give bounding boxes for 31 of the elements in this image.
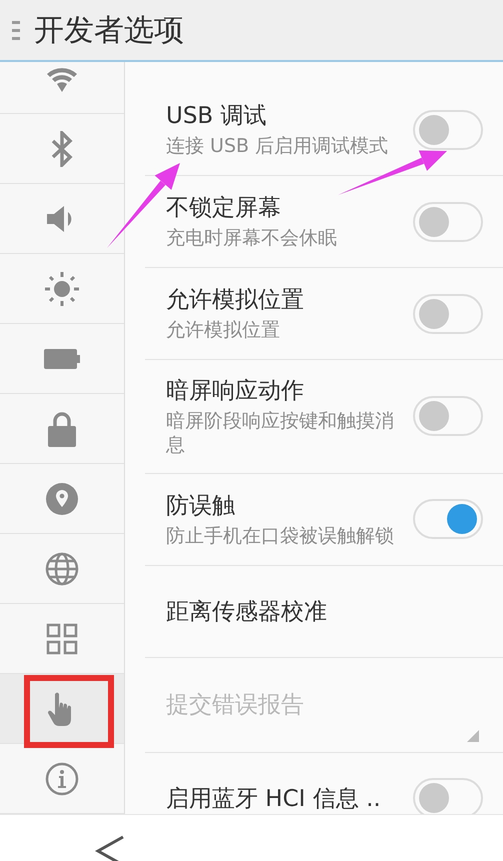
setting-description: 连接 USB 后启用调试模式 (166, 135, 390, 159)
bluetooth-icon (51, 130, 73, 166)
toggle-switch[interactable] (413, 396, 483, 436)
setting-title: 允许模拟位置 (166, 286, 305, 316)
setting-title: 启用蓝牙 HCI 信息 .. (166, 784, 382, 814)
setting-title: 不锁定屏幕 (166, 194, 282, 224)
toggle-switch[interactable] (413, 499, 483, 539)
setting-description: 允许模拟位置 (166, 319, 281, 343)
location-pin-icon (45, 482, 79, 516)
toggle-switch[interactable] (413, 778, 483, 814)
setting-description: 防止手机在口袋被误触解锁 (166, 524, 395, 548)
setting-description: 充电时屏幕不会休眠 (166, 227, 338, 251)
menu-icon[interactable] (12, 20, 20, 40)
toggle-switch[interactable] (413, 202, 483, 242)
info-icon (45, 762, 79, 796)
toggle-switch[interactable] (413, 110, 483, 150)
battery-icon (44, 348, 80, 368)
toggle-switch[interactable] (413, 294, 483, 334)
page-title: 开发者选项 (34, 12, 184, 50)
dropdown-corner-icon (467, 730, 479, 742)
globe-icon (45, 552, 79, 586)
back-icon[interactable] (95, 835, 125, 861)
setting-title: 提交错误报告 (166, 691, 305, 720)
setting-title: 防误触 (166, 492, 236, 521)
setting-title: 距离传感器校准 (166, 598, 328, 626)
lock-icon (47, 410, 77, 446)
grid-icon (46, 622, 78, 654)
setting-title: USB 调试 (166, 102, 268, 132)
sun-icon (44, 270, 80, 306)
setting-title: 暗屏响应动作 (166, 377, 305, 406)
setting-description: 暗屏阶段响应按键和触摸消息 (166, 410, 395, 458)
